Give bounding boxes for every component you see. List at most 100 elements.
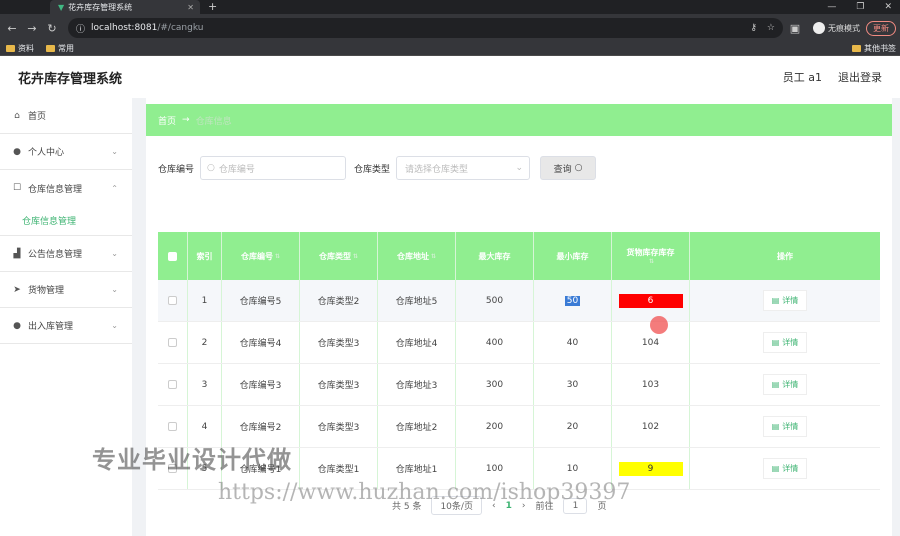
tab-title: 花卉库存管理系统	[68, 2, 133, 12]
column-header[interactable]: 仓库编号 ⇅	[222, 232, 300, 280]
select-all-cell	[158, 232, 188, 280]
row-checkbox[interactable]	[168, 380, 177, 389]
detail-button-label: 详情	[782, 380, 799, 389]
column-header[interactable]: 仓库地址 ⇅	[378, 232, 456, 280]
info-icon[interactable]: ⓘ	[76, 22, 85, 35]
document-icon: ▤	[771, 464, 780, 473]
folder-icon	[46, 45, 55, 52]
stock-value: 102	[641, 421, 660, 432]
document-icon: ▤	[771, 338, 780, 347]
code-label: 仓库编号	[158, 164, 195, 175]
select-all-checkbox[interactable]	[168, 251, 177, 261]
close-tab-icon[interactable]: ✕	[187, 3, 194, 12]
address-cell: 仓库地址5	[378, 280, 456, 321]
update-button[interactable]: 更新	[866, 20, 896, 36]
detail-button[interactable]: ▤ 详情	[762, 332, 808, 353]
address-cell: 仓库地址4	[378, 322, 456, 363]
back-icon[interactable]: ←	[4, 22, 20, 35]
index-cell: 1	[188, 280, 222, 321]
chevron-down-icon: ⌄	[111, 147, 118, 156]
column-header-label: 仓库地址	[396, 251, 429, 261]
chevron-up-icon: ⌃	[111, 183, 118, 193]
code-cell: 仓库编号4	[222, 322, 300, 363]
other-bookmarks[interactable]: 其他书签	[852, 43, 896, 54]
column-header: 最大库存	[456, 232, 534, 280]
query-button-label: 查询	[553, 164, 572, 175]
table-row[interactable]: 2 仓库编号4 仓库类型3 仓库地址4 400 40 104 ▤ 详情	[158, 322, 880, 364]
browser-tab[interactable]: ▼ 花卉库存管理系统 ✕	[50, 0, 200, 14]
column-header[interactable]: 仓库类型 ⇅	[300, 232, 378, 280]
table-row[interactable]: 1 仓库编号5 仓库类型2 仓库地址5 500 50 6 ▤ 详情	[158, 280, 880, 322]
sort-icon: ⇅	[274, 252, 281, 260]
send-icon: ➤	[13, 284, 21, 295]
stock-value: 103	[641, 379, 660, 390]
row-checkbox[interactable]	[168, 422, 177, 431]
detail-button-label: 详情	[782, 338, 799, 347]
sidebar-item-notice[interactable]: ▟ 公告信息管理 ⌄	[0, 236, 132, 272]
document-icon: ▤	[771, 296, 780, 305]
column-header[interactable]: 货物库存库存 ⇅	[612, 232, 690, 280]
sidebar-item-inout[interactable]: ● 出入库管理 ⌄	[0, 308, 132, 344]
min-stock-cell: 40	[534, 322, 612, 363]
sidebar-item-home[interactable]: ⌂ 首页	[0, 98, 132, 134]
sort-icon: ⇅	[648, 258, 655, 265]
logout-link[interactable]: 退出登录	[838, 69, 882, 85]
bookmark-folder[interactable]: 常用	[46, 43, 74, 54]
row-select-cell	[158, 322, 188, 363]
row-checkbox[interactable]	[168, 338, 177, 347]
sidebar-item-goods[interactable]: ➤ 货物管理 ⌄	[0, 272, 132, 308]
sidebar-item-warehouse[interactable]: ☐ 仓库信息管理 ⌃	[0, 170, 132, 206]
address-bar[interactable]: ⓘ localhost:8081/#/cangku ⚷ ☆	[68, 18, 783, 38]
forward-icon[interactable]: →	[24, 22, 40, 35]
detail-button[interactable]: ▤ 详情	[762, 416, 808, 437]
watermark-text: 专业毕业设计代做	[92, 446, 292, 474]
bookmark-star-icon[interactable]: ☆	[767, 23, 775, 33]
chevron-down-icon: ⌄	[111, 321, 118, 330]
sidebar-item-profile[interactable]: ● 个人中心 ⌄	[0, 134, 132, 170]
max-stock-cell: 300	[456, 364, 534, 405]
bookmark-folder[interactable]: 资料	[6, 43, 34, 54]
detail-button[interactable]: ▤ 详情	[762, 458, 808, 479]
address-cell: 仓库地址3	[378, 364, 456, 405]
url-path: /#/cangku	[157, 23, 204, 33]
chart-icon: ▟	[13, 248, 21, 259]
detail-button[interactable]: ▤ 详情	[762, 374, 808, 395]
query-button[interactable]: 查询 ○	[540, 156, 597, 180]
address-cell: 仓库地址2	[378, 406, 456, 447]
maximize-icon[interactable]: ❐	[856, 0, 864, 14]
chevron-down-icon: ⌄	[111, 285, 118, 294]
max-stock-cell: 200	[456, 406, 534, 447]
arrow-right-icon: →	[182, 115, 190, 125]
index-cell: 3	[188, 364, 222, 405]
type-label: 仓库类型	[354, 164, 391, 175]
sidebar-item-label: 仓库信息管理	[28, 184, 83, 195]
min-stock-cell: 30	[534, 364, 612, 405]
bookmarks-bar: 资料 常用 其他书签	[0, 42, 900, 56]
table-row[interactable]: 3 仓库编号3 仓库类型3 仓库地址3 300 30 103 ▤ 详情	[158, 364, 880, 406]
type-select[interactable]: 请选择仓库类型 ⌄	[396, 156, 531, 180]
action-cell: ▤ 详情	[690, 406, 880, 447]
row-select-cell	[158, 280, 188, 321]
stock-badge-warn: 9	[618, 461, 683, 476]
code-input[interactable]: ○ 仓库编号	[200, 156, 347, 180]
stock-cell: 103	[612, 364, 690, 405]
sidepanel-icon[interactable]: ▣	[787, 22, 803, 35]
search-icon: ○	[207, 163, 215, 173]
sort-icon: ⇅	[430, 252, 437, 260]
detail-button[interactable]: ▤ 详情	[762, 290, 808, 311]
breadcrumb-home[interactable]: 首页	[158, 114, 176, 127]
row-checkbox[interactable]	[168, 296, 177, 305]
bookmark-label: 资料	[18, 44, 34, 53]
action-cell: ▤ 详情	[690, 448, 880, 489]
stock-cell: 102	[612, 406, 690, 447]
browser-toolbar: ← → ↻ ⓘ localhost:8081/#/cangku ⚷ ☆ ▣ 无痕…	[0, 14, 900, 42]
close-window-icon[interactable]: ✕	[884, 0, 892, 14]
reload-icon[interactable]: ↻	[44, 22, 60, 35]
submenu-item-warehouse-info[interactable]: 仓库信息管理	[0, 206, 132, 236]
table-header: 索引 仓库编号 ⇅ 仓库类型 ⇅ 仓库地址 ⇅ 最大库存 最小库存 货物库存库存 ⇅ 操…	[158, 232, 880, 280]
new-tab-button[interactable]: +	[208, 0, 217, 14]
key-icon[interactable]: ⚷	[750, 23, 757, 33]
minimize-icon[interactable]: —	[827, 0, 836, 14]
stock-badge-low: 6	[618, 293, 683, 308]
incognito-indicator[interactable]: 无痕模式	[813, 22, 860, 34]
